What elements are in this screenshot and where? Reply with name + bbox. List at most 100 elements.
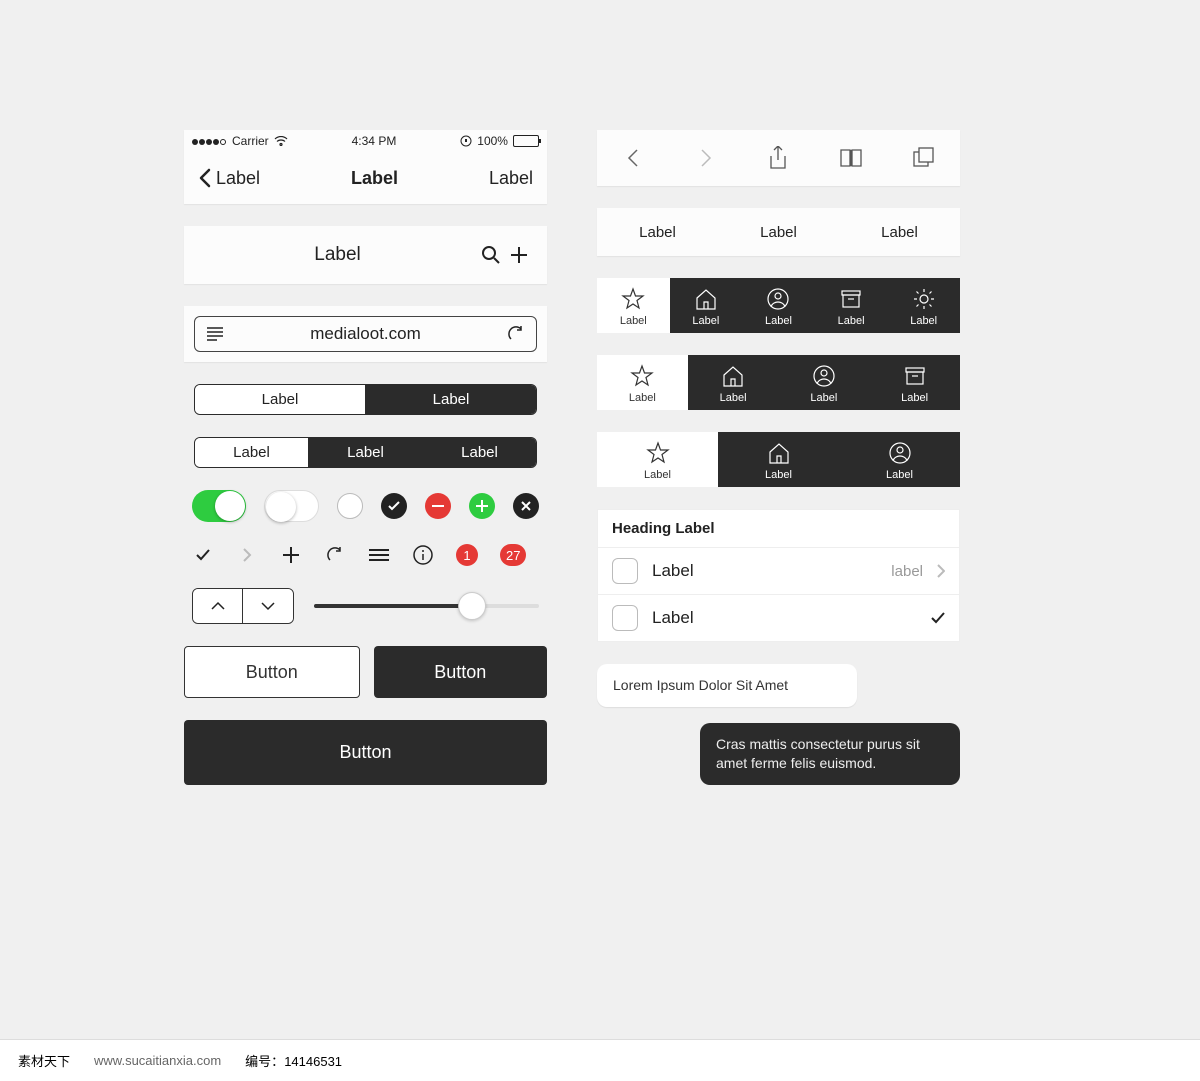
- slider-knob[interactable]: [458, 592, 486, 620]
- close-circle-icon[interactable]: [513, 493, 539, 519]
- info-icon[interactable]: [412, 544, 434, 566]
- checkbox[interactable]: [612, 558, 638, 584]
- seg-item[interactable]: Label: [195, 438, 309, 467]
- tab-star[interactable]: Label: [597, 355, 688, 410]
- tab-archive[interactable]: Label: [815, 278, 888, 333]
- nav-back-button[interactable]: Label: [198, 168, 260, 189]
- home-icon: [721, 364, 745, 388]
- search-icon: [481, 245, 501, 265]
- tab-home[interactable]: Label: [688, 355, 779, 410]
- footer-id: 编号：14146531: [245, 1051, 342, 1070]
- reload-button[interactable]: [506, 326, 526, 342]
- list-heading: Heading Label: [598, 510, 959, 547]
- seg-item[interactable]: Label: [366, 385, 536, 414]
- chevron-right-icon[interactable]: [236, 544, 258, 566]
- chevron-up-icon: [211, 601, 225, 611]
- minus-circle-icon[interactable]: [425, 493, 451, 519]
- stepper-down[interactable]: [243, 589, 293, 623]
- tab-user[interactable]: Label: [779, 355, 870, 410]
- archive-icon: [839, 287, 863, 311]
- battery-icon: [513, 135, 539, 147]
- seg-item[interactable]: Label: [309, 438, 423, 467]
- toggle-row: [184, 490, 547, 522]
- radio-empty[interactable]: [337, 493, 363, 519]
- reload-icon: [508, 326, 524, 342]
- tabs-3: Label Label Label: [597, 208, 960, 256]
- list-row[interactable]: Label: [598, 594, 959, 641]
- stepper-up[interactable]: [193, 589, 243, 623]
- browser-toolbar: [597, 130, 960, 186]
- list-row-label: Label: [652, 608, 917, 628]
- list-row-label: Label: [652, 561, 877, 581]
- carrier-label: Carrier: [232, 134, 269, 148]
- share-icon: [768, 146, 788, 170]
- book-icon: [839, 148, 863, 168]
- seg-item[interactable]: Label: [423, 438, 536, 467]
- list: Heading Label Label label Label: [597, 509, 960, 642]
- button-full[interactable]: Button: [184, 720, 547, 785]
- chat: Lorem Ipsum Dolor Sit Amet Cras mattis c…: [597, 664, 960, 785]
- clock-label: 4:34 PM: [352, 134, 397, 148]
- button-light[interactable]: Button: [184, 646, 360, 698]
- list-icon[interactable]: [368, 544, 390, 566]
- seg-item[interactable]: Label: [195, 385, 366, 414]
- add-button[interactable]: [505, 245, 533, 265]
- url-field[interactable]: medialoot.com: [194, 316, 537, 352]
- url-text: medialoot.com: [225, 324, 506, 344]
- share-button[interactable]: [764, 144, 792, 172]
- segmented-3[interactable]: Label Label Label: [194, 437, 537, 468]
- tab-item[interactable]: Label: [839, 208, 960, 256]
- chevron-down-icon: [261, 601, 275, 611]
- switch-on[interactable]: [192, 490, 246, 522]
- list-row[interactable]: Label label: [598, 547, 959, 594]
- chevron-left-icon: [626, 148, 640, 168]
- switch-off[interactable]: [264, 490, 319, 522]
- button-dark[interactable]: Button: [374, 646, 548, 698]
- tab-item[interactable]: Label: [597, 208, 718, 256]
- tabbar-3: Label Label Label: [597, 432, 960, 487]
- footer-site: www.sucaitianxia.com: [94, 1053, 221, 1068]
- wifi-icon: [274, 136, 288, 146]
- back-button[interactable]: [619, 144, 647, 172]
- button-row: Button Button: [184, 646, 547, 698]
- signal-dots-icon: [192, 134, 227, 148]
- battery-pct-label: 100%: [477, 134, 508, 148]
- segmented-2[interactable]: Label Label: [194, 384, 537, 415]
- check-circle-icon[interactable]: [381, 493, 407, 519]
- tab-archive[interactable]: Label: [869, 355, 960, 410]
- user-icon: [766, 287, 790, 311]
- tab-item[interactable]: Label: [718, 208, 839, 256]
- tab-home[interactable]: Label: [670, 278, 743, 333]
- chevron-left-icon: [198, 168, 212, 188]
- star-icon: [621, 287, 645, 311]
- tab-star[interactable]: Label: [597, 278, 670, 333]
- checkbox[interactable]: [612, 605, 638, 631]
- forward-button[interactable]: [692, 144, 720, 172]
- tab-user[interactable]: Label: [839, 432, 960, 487]
- plus-icon: [509, 245, 529, 265]
- user-icon: [812, 364, 836, 388]
- stepper-slider-row: [184, 588, 547, 624]
- tab-star[interactable]: Label: [597, 432, 718, 487]
- page-footer: 素材天下 www.sucaitianxia.com 编号：14146531: [0, 1039, 1200, 1081]
- tab-settings[interactable]: Label: [887, 278, 960, 333]
- user-icon: [888, 441, 912, 465]
- plus-circle-icon[interactable]: [469, 493, 495, 519]
- reader-icon[interactable]: [205, 327, 225, 341]
- navbar-panel: Carrier 4:34 PM 100% Label Label Label: [184, 130, 547, 204]
- nav-right-button[interactable]: Label: [489, 168, 533, 189]
- tabs-button[interactable]: [910, 144, 938, 172]
- plus-icon[interactable]: [280, 544, 302, 566]
- bookmarks-button[interactable]: [837, 144, 865, 172]
- tab-user[interactable]: Label: [742, 278, 815, 333]
- slider[interactable]: [314, 604, 539, 608]
- checkmark-icon[interactable]: [192, 544, 214, 566]
- footer-brand[interactable]: 素材天下: [18, 1051, 70, 1070]
- refresh-icon[interactable]: [324, 544, 346, 566]
- search-button[interactable]: [477, 245, 505, 265]
- tab-home[interactable]: Label: [718, 432, 839, 487]
- badge-count: 27: [500, 544, 526, 566]
- stepper[interactable]: [192, 588, 294, 624]
- chevron-right-icon: [937, 564, 945, 578]
- badge-count: 1: [456, 544, 478, 566]
